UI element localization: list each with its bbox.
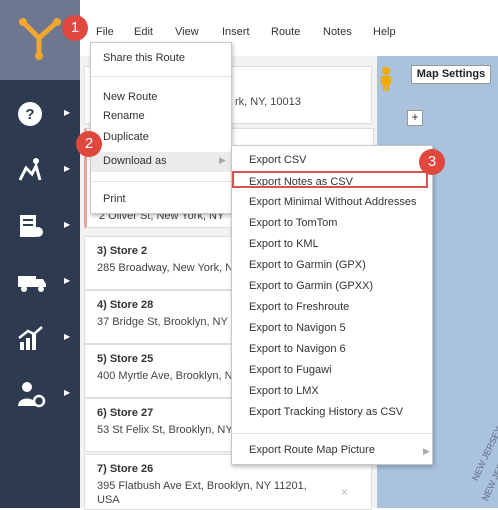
submenu-arrow-icon: ▶ [423,446,430,456]
menu-item-export-tomtom[interactable]: Export to TomTom [249,217,337,229]
analytics-chart-icon [18,326,43,350]
expand-arrow-icon: ▶ [64,164,71,173]
stop-title: 5) Store 25 [97,353,154,365]
stop-address: rk, NY, 10013 [235,96,301,108]
menu-help[interactable]: Help [373,26,396,38]
map-settings-button[interactable]: Map Settings [411,65,491,84]
menu-divider [232,433,432,434]
menu-item-export-garmin-gpx[interactable]: Export to Garmin (GPX) [249,259,366,271]
stop-title: 7) Store 26 [97,463,154,475]
stop-title: 3) Store 2 [97,245,148,257]
menu-item-rename[interactable]: Rename [103,110,145,122]
menu-item-export-csv[interactable]: Export CSV [249,154,306,166]
menu-item-new-route[interactable]: New Route [103,91,157,103]
route-people-icon [18,158,42,181]
menu-item-export-lmx[interactable]: Export to LMX [249,385,319,397]
sidebar-address-book-button[interactable]: ▶ [8,206,72,246]
menu-item-duplicate[interactable]: Duplicate [103,131,149,143]
sidebar-analytics-button[interactable]: ▶ [8,318,72,358]
user-settings-icon [18,382,46,408]
menu-item-export-map-picture[interactable]: Export Route Map Picture [249,444,375,456]
menu-item-export-garmin-gpxx[interactable]: Export to Garmin (GPXX) [249,280,373,292]
menu-edit[interactable]: Edit [134,26,153,38]
sidebar-fleet-button[interactable]: ▶ [8,262,72,302]
menu-divider [91,181,231,182]
sidebar-help-button[interactable]: ? ▶ [8,94,72,134]
route-logo-icon [19,18,61,60]
stop-title: 6) Store 27 [97,407,154,419]
menu-item-export-fugawi[interactable]: Export to Fugawi [249,364,332,376]
help-icon: ? [18,102,42,126]
app-logo[interactable] [0,0,80,80]
remove-stop-icon[interactable]: × [341,485,348,499]
highlight-box [232,171,428,188]
menu-item-download-as[interactable]: Download as [103,155,167,167]
step-badge-3: 3 [419,149,445,175]
menu-item-print[interactable]: Print [103,193,126,205]
download-as-submenu: Export CSV Export Notes as CSV Export Mi… [231,145,433,465]
stop-address: 395 Flatbush Ave Ext, Brooklyn, NY 11201… [97,480,307,506]
sidebar-routes-button[interactable]: ▶ [8,150,72,190]
svg-text:?: ? [25,106,34,123]
expand-arrow-icon: ▶ [64,276,71,285]
address-book-icon [20,215,43,237]
truck-icon [18,276,46,292]
menu-item-export-navigon6[interactable]: Export to Navigon 6 [249,343,346,355]
menu-divider [91,76,231,77]
menu-view[interactable]: View [175,26,199,38]
expand-arrow-icon: ▶ [64,332,71,341]
menu-item-export-tracking-history[interactable]: Export Tracking History as CSV [249,406,403,418]
zoom-in-button[interactable]: + [407,110,423,126]
submenu-arrow-icon: ▶ [219,155,226,165]
menu-file[interactable]: File [96,26,114,38]
expand-arrow-icon: ▶ [64,108,71,117]
left-sidebar: ? ▶ ▶ ▶ ▶ ▶ ▶ [0,0,80,508]
step-badge-1: 1 [62,15,88,41]
sidebar-user-settings-button[interactable]: ▶ [8,374,72,414]
step-badge-2: 2 [76,131,102,157]
stop-title: 4) Store 28 [97,299,154,311]
expand-arrow-icon: ▶ [64,220,71,229]
menu-item-export-kml[interactable]: Export to KML [249,238,319,250]
menu-item-export-minimal[interactable]: Export Minimal Without Addresses [249,196,417,208]
menu-item-share-route[interactable]: Share this Route [103,52,185,64]
menu-item-export-freshroute[interactable]: Export to Freshroute [249,301,349,313]
menu-route[interactable]: Route [271,26,300,38]
menu-insert[interactable]: Insert [222,26,250,38]
menu-item-export-navigon5[interactable]: Export to Navigon 5 [249,322,346,334]
menu-notes[interactable]: Notes [323,26,352,38]
street-view-pegman-icon[interactable] [378,66,394,92]
expand-arrow-icon: ▶ [64,388,71,397]
file-dropdown-menu: Share this Route New Route Rename Duplic… [90,42,232,214]
